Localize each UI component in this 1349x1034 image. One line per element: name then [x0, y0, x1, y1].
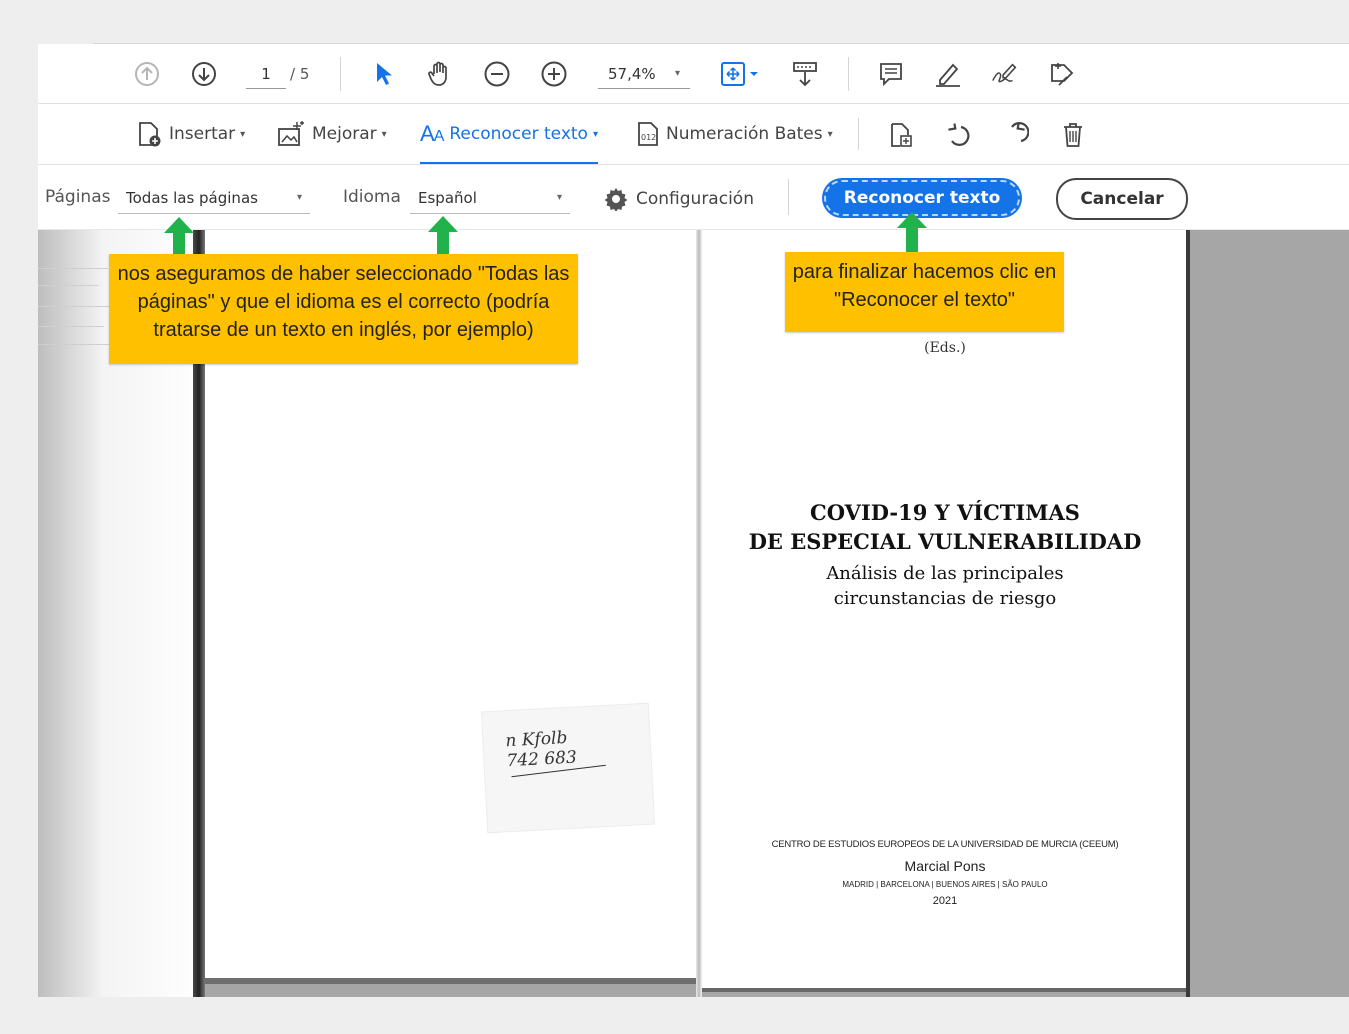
chevron-down-icon: ▾: [592, 128, 598, 140]
toolbar-divider: [340, 57, 341, 91]
next-page-icon[interactable]: [189, 59, 219, 89]
gear-icon: [604, 188, 628, 211]
book-title-line: COVID-19 Y VÍCTIMAS: [810, 500, 1080, 525]
language-label: Idioma: [343, 187, 401, 207]
pages-label: Páginas: [45, 187, 111, 207]
right-page: (Eds.) COVID-19 Y VÍCTIMAS DE ESPECIAL V…: [702, 230, 1188, 992]
language-dropdown[interactable]: Español ▾: [410, 183, 570, 214]
publisher-cities: MADRID | BARCELONA | BUENOS AIRES | SÃO …: [842, 880, 1048, 889]
pages-dropdown[interactable]: Todas las páginas ▾: [118, 183, 310, 214]
arrow-up-icon: [164, 217, 194, 257]
chevron-down-icon: ▾: [827, 128, 833, 140]
publisher-institution: CENTRO DE ESTUDIOS EUROPEOS DE LA UNIVER…: [771, 839, 1119, 850]
publisher-name: Marcial Pons: [904, 858, 986, 874]
language-dropdown-value: Español: [418, 189, 477, 207]
main-toolbar: 1 / 5 57,4% ▾: [38, 45, 1349, 104]
comment-icon[interactable]: [876, 59, 906, 89]
recognize-text-tool-label: Reconocer texto: [449, 124, 588, 144]
bates-numbering-label: Numeración Bates: [666, 124, 823, 144]
select-pointer-icon[interactable]: [368, 59, 398, 89]
cancel-button[interactable]: Cancelar: [1056, 178, 1188, 220]
chevron-down-icon: ▾: [240, 128, 246, 140]
callout-line: para finalizar hacemos clic en: [792, 261, 1057, 283]
ocr-options-bar: Páginas Todas las páginas ▾ Idioma Españ…: [38, 165, 1349, 230]
pages-language-callout: nos aseguramos de haber seleccionado "To…: [109, 254, 578, 364]
callout-line: "Reconocer el texto": [834, 289, 1015, 311]
enhance-scan-icon: [278, 121, 304, 146]
rotate-right-icon[interactable]: [1000, 120, 1030, 150]
settings-button[interactable]: Configuración: [604, 183, 754, 215]
toolbar-divider: [858, 118, 859, 150]
chevron-down-icon: ▾: [381, 128, 387, 140]
enhance-tool-label: Mejorar: [312, 124, 377, 144]
acrobat-window: 1 / 5 57,4% ▾ Insertar ▾ Mejorar ▾ AA Re…: [38, 37, 1349, 997]
scan-line: [38, 268, 108, 269]
extract-page-icon[interactable]: [886, 120, 916, 150]
page-total: / 5: [290, 65, 310, 83]
page-number-input[interactable]: 1: [246, 60, 286, 89]
callout-line: tratarse de un texto en inglés, por ejem…: [153, 319, 534, 341]
rotate-left-icon[interactable]: [943, 120, 973, 150]
window-top-edge: [38, 37, 1349, 44]
sign-icon[interactable]: [990, 59, 1020, 89]
pages-dropdown-value: Todas las páginas: [126, 189, 258, 207]
settings-label: Configuración: [636, 189, 754, 209]
fit-page-icon[interactable]: [718, 59, 762, 89]
tools-toolbar: Insertar ▾ Mejorar ▾ AA Reconocer texto ▾ 0…: [38, 104, 1349, 165]
arrow-up-icon: [897, 212, 927, 252]
scroll-mode-icon[interactable]: [790, 59, 820, 89]
zoom-value: 57,4%: [608, 65, 656, 83]
scan-line: [38, 326, 104, 327]
insert-page-icon: [139, 122, 161, 147]
chevron-down-icon: ▾: [296, 192, 302, 203]
scan-line: [38, 344, 118, 345]
bates-number-icon: 012: [638, 122, 658, 146]
finish-callout: para finalizar hacemos clic en "Reconoce…: [785, 252, 1064, 332]
scan-line: [38, 285, 98, 286]
handwritten-note: n Kfolb 742 683: [481, 703, 655, 833]
zoom-out-icon[interactable]: [482, 59, 512, 89]
toolbar-divider: [788, 179, 789, 215]
insert-tool[interactable]: Insertar ▾: [135, 118, 245, 150]
editors-note: (Eds.): [924, 340, 966, 356]
callout-line: nos aseguramos de haber seleccionado "To…: [117, 263, 570, 285]
text-size-icon: AA: [420, 121, 444, 146]
arrow-up-icon: [428, 216, 458, 256]
enhance-tool[interactable]: Mejorar ▾: [276, 118, 387, 150]
zoom-dropdown[interactable]: 57,4% ▾: [598, 60, 690, 89]
publication-year: 2021: [932, 895, 958, 907]
book-subtitle-line: Análisis de las principales: [826, 563, 1064, 584]
callout-line: páginas" y que el idioma es el correcto …: [137, 291, 550, 313]
highlight-pen-icon[interactable]: [933, 59, 963, 89]
note-line: 742 683: [506, 747, 578, 772]
chevron-down-icon: ▾: [556, 192, 562, 203]
zoom-in-icon[interactable]: [539, 59, 569, 89]
toolbar-divider: [848, 57, 849, 91]
previous-page-icon[interactable]: [132, 59, 162, 89]
book-subtitle-line: circunstancias de riesgo: [833, 588, 1057, 609]
share-tag-icon[interactable]: [1047, 59, 1077, 89]
insert-tool-label: Insertar: [169, 124, 236, 144]
delete-trash-icon[interactable]: [1058, 120, 1088, 150]
right-page-edge: [1186, 230, 1190, 997]
svg-text:012: 012: [641, 133, 656, 142]
book-title-line: DE ESPECIAL VULNERABILIDAD: [748, 529, 1142, 554]
bates-numbering-tool[interactable]: 012 Numeración Bates ▾: [636, 118, 833, 150]
hand-tool-icon[interactable]: [425, 59, 455, 89]
recognize-text-tool[interactable]: AA Reconocer texto ▾: [420, 118, 598, 164]
chevron-down-icon: ▾: [674, 68, 680, 79]
